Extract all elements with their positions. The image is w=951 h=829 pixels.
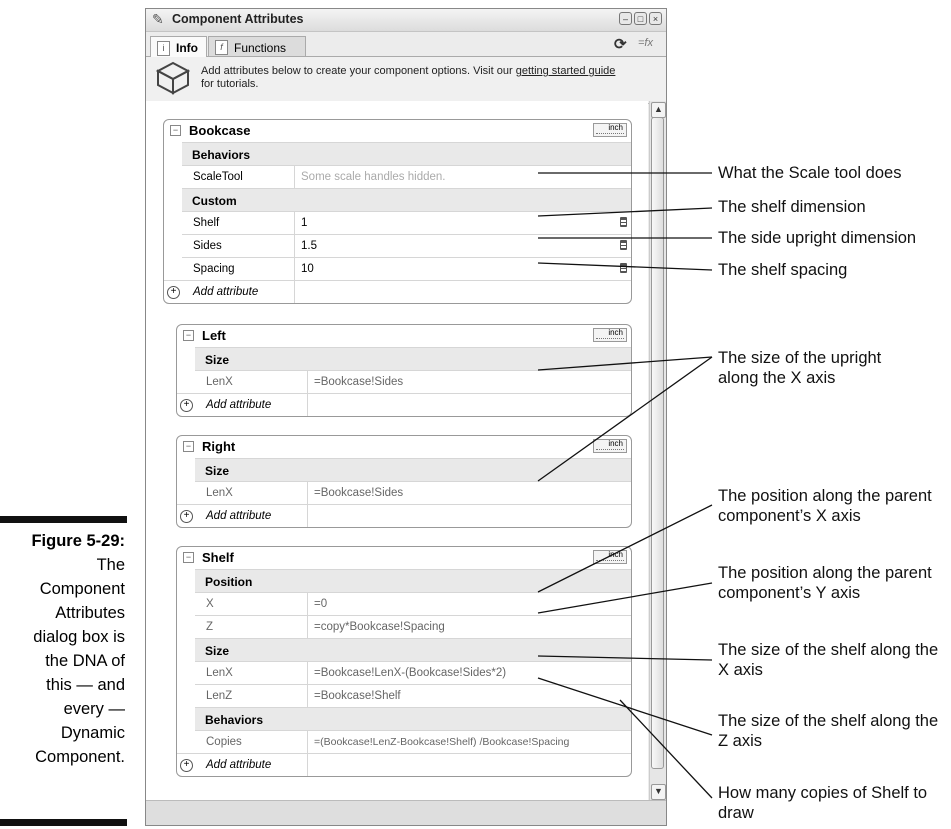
annotation-scale-tool: What the Scale tool does (718, 164, 902, 182)
annotation-upright-size: The size of the upright along the X axis (718, 349, 882, 387)
leader-line (619, 699, 713, 799)
leader-line (537, 356, 713, 371)
annotation-side-dimension: The side upright dimension (718, 229, 917, 247)
annotation-shelf-dimension: The shelf dimension (718, 198, 866, 216)
annotation-shelf-spacing: The shelf spacing (718, 261, 848, 279)
leader-line (537, 655, 713, 661)
leader-line (537, 262, 713, 271)
annotation-shelf-size-x: The size of the shelf along the X axis (718, 641, 939, 679)
annotation-leaders (537, 172, 713, 799)
annotation-copies: How many copies of Shelf to draw (718, 784, 928, 822)
annotation-position-y: The position along the parent component’… (718, 564, 932, 602)
leader-line (537, 582, 713, 614)
leader-line (537, 356, 713, 482)
leader-line (537, 207, 713, 217)
leader-line (537, 504, 713, 593)
annotation-shelf-size-z: The size of the shelf along the Z axis (718, 712, 939, 750)
leader-line (537, 677, 713, 736)
annotation-position-x: The position along the parent component’… (718, 487, 932, 525)
